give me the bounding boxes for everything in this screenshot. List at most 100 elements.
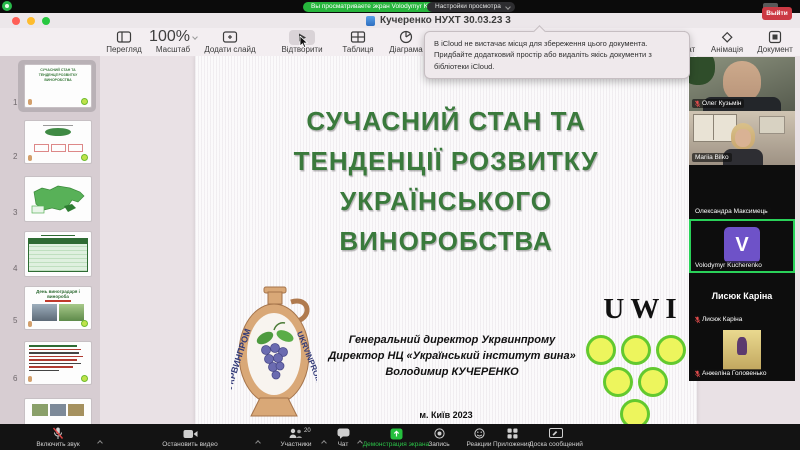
author-line: Володимир КУЧЕРЕНКО bbox=[385, 366, 519, 378]
whiteboard-icon bbox=[522, 427, 590, 440]
uwi-grape-circle bbox=[621, 335, 651, 365]
diamond-icon bbox=[704, 30, 750, 44]
video-tile-oleg-kuzmin[interactable]: Олег Кузьмін bbox=[689, 57, 795, 111]
close-window-button[interactable] bbox=[12, 17, 20, 25]
mini-table bbox=[28, 238, 88, 272]
animate-button[interactable]: Анімація bbox=[704, 30, 750, 54]
unmute-button[interactable]: Включить звук bbox=[20, 427, 96, 449]
participant-center-name: Лисюк Каріна bbox=[711, 291, 773, 301]
participant-face bbox=[723, 61, 761, 101]
muted-mic-icon bbox=[695, 370, 700, 377]
author-line: Директор НЦ «Український інститут вина» bbox=[328, 350, 576, 362]
participant-name-label: Лисюк Каріна bbox=[692, 315, 746, 324]
mouse-cursor bbox=[299, 35, 309, 54]
slide-thumbnail-7[interactable] bbox=[24, 398, 92, 424]
keynote-workspace: СУЧАСНИЙ СТАН ТА ТЕНДЕНЦІЇ РОЗВИТКУ УКРА… bbox=[0, 56, 800, 424]
mini-ukraine-map bbox=[31, 185, 85, 214]
video-tile-anzhelina-holovenko[interactable]: Анжеліна Головенько bbox=[689, 327, 795, 381]
slide-title-line: УКРАЇНСЬКОГО bbox=[339, 186, 552, 216]
mini-amphora-icon bbox=[28, 99, 32, 105]
participant-name-label: Анжеліна Головенько bbox=[692, 369, 770, 378]
muted-mic-icon bbox=[695, 316, 700, 323]
mini-photo bbox=[59, 303, 84, 321]
participant-name-label: Mariia Bilko bbox=[692, 153, 732, 162]
pie-chart-icon bbox=[382, 30, 430, 44]
slide-thumbnail-1[interactable]: СУЧАСНИЙ СТАН ТА ТЕНДЕНЦІЇ РОЗВИТКУ ВИНО… bbox=[24, 64, 92, 108]
mini-photo bbox=[32, 303, 57, 321]
photo-figure bbox=[737, 337, 747, 355]
slide-title-line: СУЧАСНИЙ СТАН ТА bbox=[306, 106, 586, 136]
slide-thumbnail-4[interactable] bbox=[24, 231, 92, 277]
mini-uwi-icon bbox=[81, 154, 88, 161]
video-options-caret[interactable] bbox=[255, 432, 261, 450]
slide-canvas[interactable]: СУЧАСНИЙ СТАН ТА ТЕНДЕНЦІЇ РОЗВИТКУ УКРА… bbox=[195, 56, 697, 424]
mini-amphora-icon bbox=[28, 155, 32, 161]
mini-uwi-icon bbox=[81, 375, 88, 382]
slide-number: 3 bbox=[13, 208, 18, 217]
icloud-notification-text: В iCloud не вистачає місця для збереженн… bbox=[434, 39, 652, 71]
slide-number: 1 bbox=[13, 98, 18, 107]
uwi-grape-circle bbox=[656, 335, 686, 365]
slide-thumbnail-2[interactable] bbox=[24, 120, 92, 164]
author-line: Генеральний директор Укрвинпрому bbox=[348, 334, 556, 346]
view-settings-dropdown[interactable]: Настройки просмотра bbox=[427, 2, 515, 12]
participants-icon: 20 bbox=[268, 427, 324, 440]
video-tile-volodymyr-kucherenko[interactable]: V Volodymyr Kucherenko bbox=[689, 219, 795, 273]
mini-photo bbox=[32, 404, 48, 416]
slide-title-line: ТЕНДЕНЦІЇ РОЗВИТКУ bbox=[293, 146, 599, 176]
mini-amphora-icon bbox=[28, 376, 32, 382]
record-button[interactable]: Запись bbox=[418, 427, 460, 449]
slide-navigator: СУЧАСНИЙ СТАН ТА ТЕНДЕНЦІЇ РОЗВИТКУ ВИНО… bbox=[0, 56, 100, 424]
recording-indicator-icon bbox=[2, 1, 12, 11]
whiteboard-button[interactable]: Доска сообщений bbox=[522, 427, 590, 449]
muted-mic-icon bbox=[695, 100, 700, 107]
mini-diagram-oval bbox=[45, 128, 71, 136]
uwi-grape-circle bbox=[603, 367, 633, 397]
view-panel-icon bbox=[100, 30, 148, 44]
avatar-initial: V bbox=[724, 227, 760, 263]
icloud-storage-notification: В iCloud не вистачає місця для збереженн… bbox=[424, 31, 690, 79]
participant-name-label: Олег Кузьмін bbox=[692, 99, 745, 108]
wall-art-decor bbox=[759, 116, 785, 134]
add-slide-button[interactable]: Додати слайд bbox=[200, 30, 260, 54]
slide-number: 5 bbox=[13, 316, 18, 325]
zoom-window-button[interactable] bbox=[42, 17, 50, 25]
keynote-document-icon bbox=[366, 16, 375, 26]
video-tile-mariia-bilko[interactable]: Mariia Bilko bbox=[689, 111, 795, 165]
mini-uwi-icon bbox=[81, 320, 88, 327]
video-tile-oleksandra-maksymets[interactable]: Олександра Максимець bbox=[689, 165, 795, 219]
slide-number: 4 bbox=[13, 264, 18, 273]
slide-thumbnail-6[interactable] bbox=[24, 341, 92, 385]
slide-thumbnail-3[interactable] bbox=[24, 176, 92, 222]
participants-options-caret[interactable] bbox=[321, 432, 327, 450]
record-icon bbox=[418, 427, 460, 440]
participants-button[interactable]: 20 Участники bbox=[268, 427, 324, 449]
chart-button[interactable]: Діаграма bbox=[382, 30, 430, 54]
minimize-window-button[interactable] bbox=[27, 17, 35, 25]
mic-options-caret[interactable] bbox=[97, 432, 103, 450]
participant-name-label: Олександра Максимець bbox=[692, 207, 771, 216]
slide-author-block: Генеральний директор Укрвинпрому Директо… bbox=[292, 332, 612, 380]
video-tile-lysiuk-karina[interactable]: Лисюк Каріна Лисюк Каріна bbox=[689, 273, 795, 327]
slide-number: 2 bbox=[13, 152, 18, 161]
uwi-grape-circle bbox=[638, 367, 668, 397]
table-button[interactable]: Таблиця bbox=[336, 30, 380, 54]
mini-amphora-icon bbox=[28, 321, 32, 327]
participant-name-label: Volodymyr Kucherenko bbox=[692, 261, 765, 270]
view-button[interactable]: Перегляд bbox=[100, 30, 148, 54]
participant-face bbox=[735, 129, 751, 147]
stop-video-button[interactable]: Остановить видео bbox=[130, 427, 250, 449]
chevron-down-icon bbox=[504, 4, 511, 10]
uwi-grape-circle bbox=[586, 335, 616, 365]
mini-photo bbox=[68, 404, 84, 416]
document-button[interactable]: Документ bbox=[752, 30, 798, 54]
muted-mic-icon bbox=[20, 427, 96, 440]
slide-number: 6 bbox=[13, 374, 18, 383]
table-icon bbox=[336, 30, 380, 44]
add-slide-icon bbox=[200, 30, 260, 44]
slide-thumbnail-5[interactable]: День виноградаря і винороба bbox=[24, 286, 92, 330]
leave-meeting-button[interactable]: Выйти bbox=[762, 7, 792, 20]
camera-icon bbox=[130, 427, 250, 440]
zoom-control[interactable]: 100% Масштаб bbox=[149, 28, 198, 54]
mini-uwi-icon bbox=[81, 98, 88, 105]
